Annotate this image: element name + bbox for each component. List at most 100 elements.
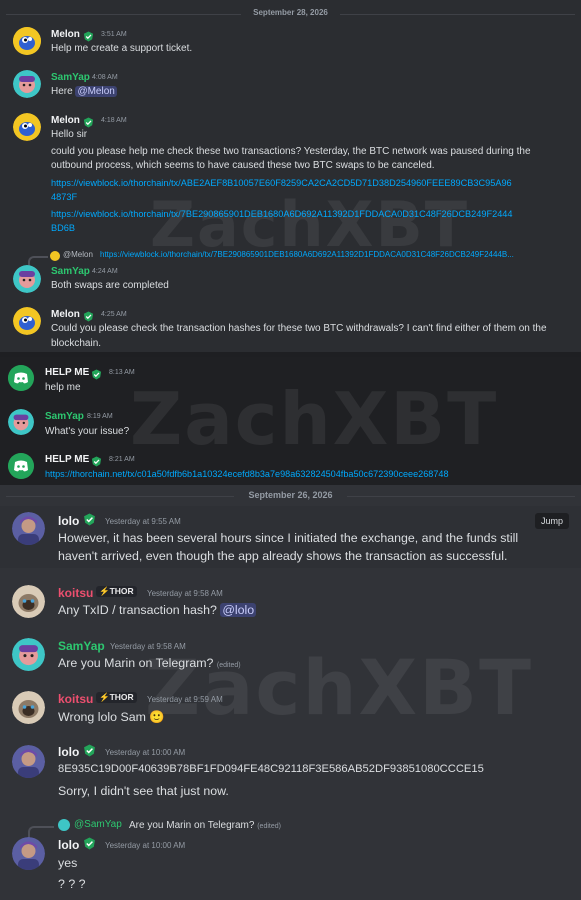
timestamp: 4:18 AM [101,117,127,124]
date-divider: September 28, 2026 [0,8,581,20]
reply-avatar [50,251,60,261]
chat-panel-middle: ZachXBT HELP ME 8:13 AM help me SamYap 8… [0,357,581,485]
author-name[interactable]: HELP ME [45,454,89,465]
edited-label: (edited) [216,662,241,669]
tx-link-continued[interactable]: 4873F [51,192,77,202]
message-text: Could you please check the transaction h… [51,323,547,334]
author-name[interactable]: Melon [51,29,80,40]
avatar-discord-logo-icon[interactable] [8,365,34,391]
avatar-lolo[interactable] [12,837,45,870]
message-text: help me [45,382,81,393]
message-text: outbound process, which seems to have ca… [51,160,435,171]
lightning-icon: ⚡ [99,586,110,596]
reply-author[interactable]: @SamYap [74,819,122,830]
timestamp: 4:25 AM [101,311,127,318]
date-divider-label: September 26, 2026 [248,490,333,500]
author-name[interactable]: SamYap [51,72,90,83]
author-name[interactable]: SamYap [58,639,105,653]
message-text: yes [58,856,78,870]
verified-badge-icon [91,367,102,385]
message-text: Any TxID / transaction hash? @lolo [58,603,257,617]
avatar-lolo[interactable] [12,745,45,778]
user-mention[interactable]: @lolo [220,603,257,617]
message-text: Are you Marin on Telegram? (edited) [58,656,241,670]
message-text: Help me create a support ticket. [51,43,193,54]
avatar-samyap[interactable] [13,265,41,293]
message-text: blockchain. [51,338,102,349]
timestamp: 4:08 AM [92,74,118,81]
timestamp: Yesterday at 9:55 AM [105,517,181,526]
avatar-samyap[interactable] [13,70,41,98]
author-name[interactable]: Melon [51,309,80,320]
watermark-text: ZachXBT [130,377,499,461]
author-name[interactable]: lolo [58,745,79,759]
avatar-discord-logo-icon[interactable] [8,453,34,479]
avatar-koitsu[interactable] [12,691,45,724]
author-name[interactable]: koitsu [58,586,93,600]
author-name[interactable]: HELP ME [45,367,89,378]
timestamp: 4:24 AM [92,268,118,275]
avatar-samyap[interactable] [8,409,34,435]
message-text: could you please help me check these two… [51,146,531,157]
message-text: ? ? ? [58,877,86,891]
message-text: Sorry, I didn't see that just now. [58,784,229,798]
avatar-melon[interactable] [13,307,41,335]
author-name[interactable]: SamYap [51,266,90,277]
chat-panel-top: September 28, 2026 ZachXBT Melon 3:51 AM… [0,0,581,352]
author-name[interactable]: Melon [51,115,80,126]
author-name[interactable]: lolo [58,838,79,852]
tx-link[interactable]: https://viewblock.io/thorchain/tx/7BE290… [51,209,513,219]
timestamp: Yesterday at 9:58 AM [110,642,186,651]
verified-badge-icon [83,744,96,762]
reply-preview[interactable]: https://viewblock.io/thorchain/tx/7BE290… [100,250,514,259]
message-text: Both swaps are completed [51,280,169,291]
role-tag: ⚡THOR [96,586,137,597]
author-name[interactable]: koitsu [58,692,93,706]
reply-preview[interactable]: Are you Marin on Telegram? (edited) [129,820,281,831]
timestamp: Yesterday at 9:58 AM [147,589,223,598]
lightning-icon: ⚡ [99,692,110,702]
timestamp: 8:13 AM [109,369,135,376]
timestamp: Yesterday at 10:00 AM [105,748,186,757]
tx-link-continued[interactable]: BD6B [51,223,75,233]
role-tag-label: THOR [109,586,134,596]
role-tag: ⚡THOR [96,692,137,703]
reply-connector [28,256,48,266]
verified-badge-icon [83,837,96,855]
chat-panel-bottom: September 26, 2026 ZachXBT Jump lolo Yes… [0,485,581,900]
message-text: Here @Melon [51,86,117,97]
verified-badge-icon [83,513,96,531]
jump-button[interactable]: Jump [534,513,569,529]
message-text-prefix: Here [51,86,76,97]
author-name[interactable]: SamYap [45,411,84,422]
date-divider-label: September 28, 2026 [253,8,328,17]
message-text-body: Any TxID / transaction hash? [58,603,217,617]
timestamp: 8:19 AM [87,413,113,420]
message-text: haven't arrived, even though the app alr… [58,549,508,563]
timestamp: 3:51 AM [101,31,127,38]
avatar-samyap[interactable] [12,638,45,671]
avatar-lolo[interactable] [12,512,45,545]
message-text: However, it has been several hours since… [58,531,519,545]
tx-link[interactable]: https://viewblock.io/thorchain/tx/ABE2AE… [51,178,512,188]
timestamp: Yesterday at 10:00 AM [105,841,186,850]
message-text: 8E935C19D00F40639B78BF1FD094FE48C92118F3… [58,763,484,775]
reply-avatar [58,819,70,831]
author-name[interactable]: lolo [58,514,79,528]
avatar-melon[interactable] [13,113,41,141]
role-tag-label: THOR [109,692,134,702]
avatar-melon[interactable] [13,27,41,55]
user-mention[interactable]: @Melon [75,86,117,97]
reply-preview-text: Are you Marin on Telegram? [129,820,255,831]
timestamp: Yesterday at 9:59 AM [147,695,223,704]
reply-author[interactable]: @Melon [63,250,93,259]
reply-connector [28,826,54,838]
date-divider: September 26, 2026 [0,490,581,502]
message-text-body: Wrong lolo Sam [58,710,146,724]
message-text: Wrong lolo Sam 🙂 [58,710,165,725]
tx-link[interactable]: https://thorchain.net/tx/c01a50fdfb6b1a1… [45,469,449,479]
edited-label: (edited) [257,823,281,830]
avatar-koitsu[interactable] [12,585,45,618]
message-text: Hello sir [51,129,88,140]
timestamp: 8:21 AM [109,456,135,463]
